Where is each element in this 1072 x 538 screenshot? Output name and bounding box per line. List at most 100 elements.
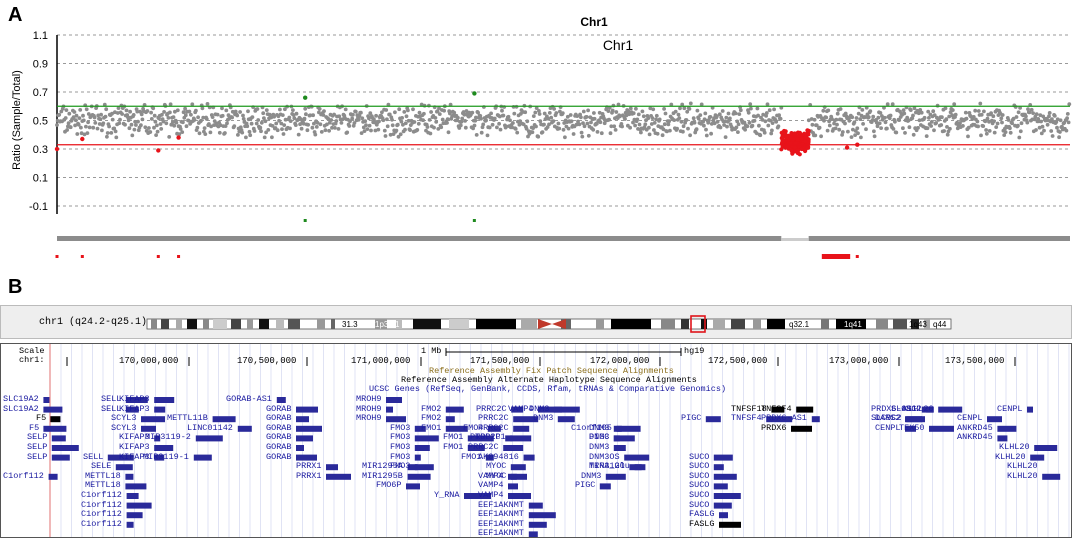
data-point	[1018, 129, 1023, 134]
data-point	[291, 108, 295, 112]
data-point	[68, 125, 73, 130]
gene-tracks[interactable]: Scale chr1: 1 Mb hg19 170,000,000 170,500,000…	[0, 343, 1072, 538]
data-point	[975, 119, 980, 124]
data-point	[599, 131, 604, 136]
data-point	[149, 117, 154, 121]
loss-marker	[55, 255, 59, 258]
data-point	[397, 107, 402, 112]
ruler-tick-label: 170,500,000	[237, 356, 297, 366]
track-title-ucsc-genes: UCSC Genes (RefSeq, GenBank, CCDS, Rfam,…	[369, 384, 727, 394]
data-point	[523, 110, 528, 115]
gene-model	[276, 397, 286, 403]
data-point	[582, 124, 587, 129]
data-point	[154, 133, 159, 138]
data-point	[883, 120, 888, 125]
data-point	[317, 107, 322, 111]
gene-label: FASLG	[689, 509, 715, 520]
data-point	[107, 124, 111, 129]
loss-point	[806, 144, 811, 149]
ideogram-band	[521, 319, 537, 329]
loss-marker	[855, 255, 859, 258]
gene-model	[115, 464, 133, 471]
data-point	[723, 135, 728, 140]
data-point	[1019, 121, 1024, 126]
data-point	[425, 125, 430, 129]
data-point	[481, 122, 486, 127]
gene-label: KIFAP3	[119, 442, 150, 452]
data-point	[118, 117, 122, 122]
data-point	[709, 131, 713, 136]
data-point	[911, 113, 915, 118]
data-point	[262, 135, 267, 140]
data-point	[984, 131, 989, 136]
data-point	[93, 121, 98, 125]
data-point	[278, 107, 282, 112]
data-point	[611, 103, 616, 108]
data-point	[551, 119, 556, 123]
gene-model	[624, 454, 650, 461]
gene-model	[713, 493, 741, 499]
data-point	[230, 115, 235, 120]
data-point	[1024, 114, 1028, 119]
data-point	[381, 118, 386, 123]
data-point	[158, 122, 163, 126]
data-point	[978, 101, 983, 106]
chromosome-ideogram[interactable]: 33 31.3 1p31.1 1q12 q32.1 1q41 1q43 q44	[1, 306, 1072, 340]
gene-label: SCYL3	[111, 413, 137, 424]
data-point	[835, 122, 839, 127]
ruler-tick-label: 173,500,000	[945, 356, 1005, 366]
data-point	[245, 124, 250, 129]
data-point	[631, 111, 636, 116]
ruler-tick-label: 173,000,000	[829, 356, 889, 366]
data-point	[614, 110, 619, 114]
loss-point	[797, 130, 803, 135]
data-point	[571, 132, 576, 136]
data-point	[981, 124, 986, 128]
gene-model	[510, 435, 532, 442]
gene-label: MIR3119-2	[145, 432, 191, 443]
gene-label: TEX50	[899, 422, 925, 433]
data-point	[319, 130, 324, 134]
gene-label: Y_RNA	[434, 490, 460, 500]
gene-model	[528, 521, 547, 528]
data-point	[745, 124, 750, 129]
data-point	[434, 120, 439, 124]
data-point	[866, 115, 871, 119]
data-point	[172, 123, 177, 128]
gene-model	[713, 454, 733, 461]
data-point	[429, 110, 433, 114]
data-point	[500, 108, 504, 113]
loss-marker	[845, 255, 849, 258]
data-point	[65, 128, 69, 132]
cnv-scatter-chart: Chr1 Chr1 Ratio (Sample/Total) 1.1 0.9 0.7…	[11, 15, 1072, 259]
data-point	[220, 113, 225, 118]
data-point	[187, 109, 192, 114]
gene-label: FMO1	[421, 422, 442, 433]
data-point	[1040, 124, 1045, 129]
data-point	[275, 128, 280, 133]
data-point	[456, 115, 460, 120]
data-point	[252, 129, 257, 133]
data-point	[91, 125, 96, 130]
data-points	[54, 91, 1072, 157]
data-point	[78, 108, 83, 112]
data-point	[103, 114, 108, 119]
data-point	[651, 107, 656, 112]
data-point	[84, 107, 89, 112]
ideogram-band	[611, 319, 651, 329]
data-point	[589, 120, 593, 125]
data-point	[508, 118, 512, 123]
data-point	[861, 122, 865, 126]
data-point	[1000, 113, 1005, 117]
data-point	[652, 121, 657, 125]
gene-label: PIGC	[575, 480, 596, 491]
data-point	[225, 121, 229, 126]
data-point	[908, 108, 913, 112]
gene-model	[407, 473, 431, 480]
data-point	[724, 115, 729, 120]
y-tick-label: 0.3	[33, 144, 48, 156]
data-point	[628, 125, 632, 130]
data-point	[152, 113, 157, 118]
data-point	[838, 107, 843, 111]
data-point	[903, 131, 907, 135]
